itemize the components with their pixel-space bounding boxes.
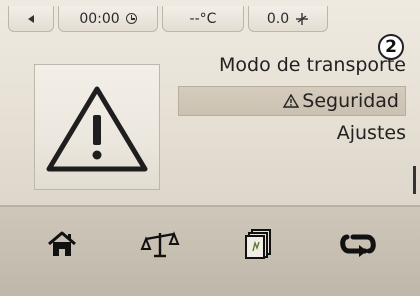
warning-panel bbox=[34, 64, 160, 190]
menu-item-settings[interactable]: Ajustes bbox=[337, 122, 406, 144]
loop-arrows-icon bbox=[340, 234, 376, 257]
balance-scale-icon bbox=[140, 231, 180, 258]
warning-triangle-icon bbox=[46, 86, 148, 172]
menu-item-label: Ajustes bbox=[336, 122, 406, 144]
status-bar: 00:00 --°C 0.0 bbox=[8, 6, 408, 32]
clock-time: 00:00 bbox=[79, 10, 120, 27]
back-button[interactable] bbox=[8, 6, 54, 32]
back-arrow-icon bbox=[28, 14, 34, 23]
screen: 00:00 --°C 0.0 2 Modo de transporte Segu… bbox=[0, 0, 420, 296]
warning-small-icon bbox=[283, 94, 300, 108]
temperature-display[interactable]: --°C bbox=[162, 6, 244, 32]
bottom-nav-bar bbox=[0, 207, 420, 296]
menu-item-label: Modo de transporte bbox=[218, 54, 406, 76]
menu-item-transport-mode[interactable]: Modo de transporte bbox=[219, 54, 406, 76]
scale-button[interactable] bbox=[130, 219, 190, 269]
temperature-value: --°C bbox=[189, 10, 217, 27]
cards-button[interactable] bbox=[228, 219, 288, 269]
fan-speed-value: 0.0 bbox=[266, 10, 290, 27]
clock-icon bbox=[125, 13, 137, 24]
home-icon bbox=[48, 231, 76, 256]
menu-item-security[interactable]: Seguridad bbox=[178, 86, 406, 116]
fan-icon bbox=[296, 12, 309, 25]
scrollbar-indicator[interactable] bbox=[413, 166, 416, 194]
loop-button[interactable] bbox=[328, 219, 388, 269]
menu-item-label: Seguridad bbox=[302, 90, 399, 112]
home-button[interactable] bbox=[32, 219, 92, 269]
clock-display[interactable]: 00:00 bbox=[58, 6, 158, 32]
cards-icon bbox=[245, 229, 271, 259]
fan-display[interactable]: 0.0 bbox=[248, 6, 328, 32]
